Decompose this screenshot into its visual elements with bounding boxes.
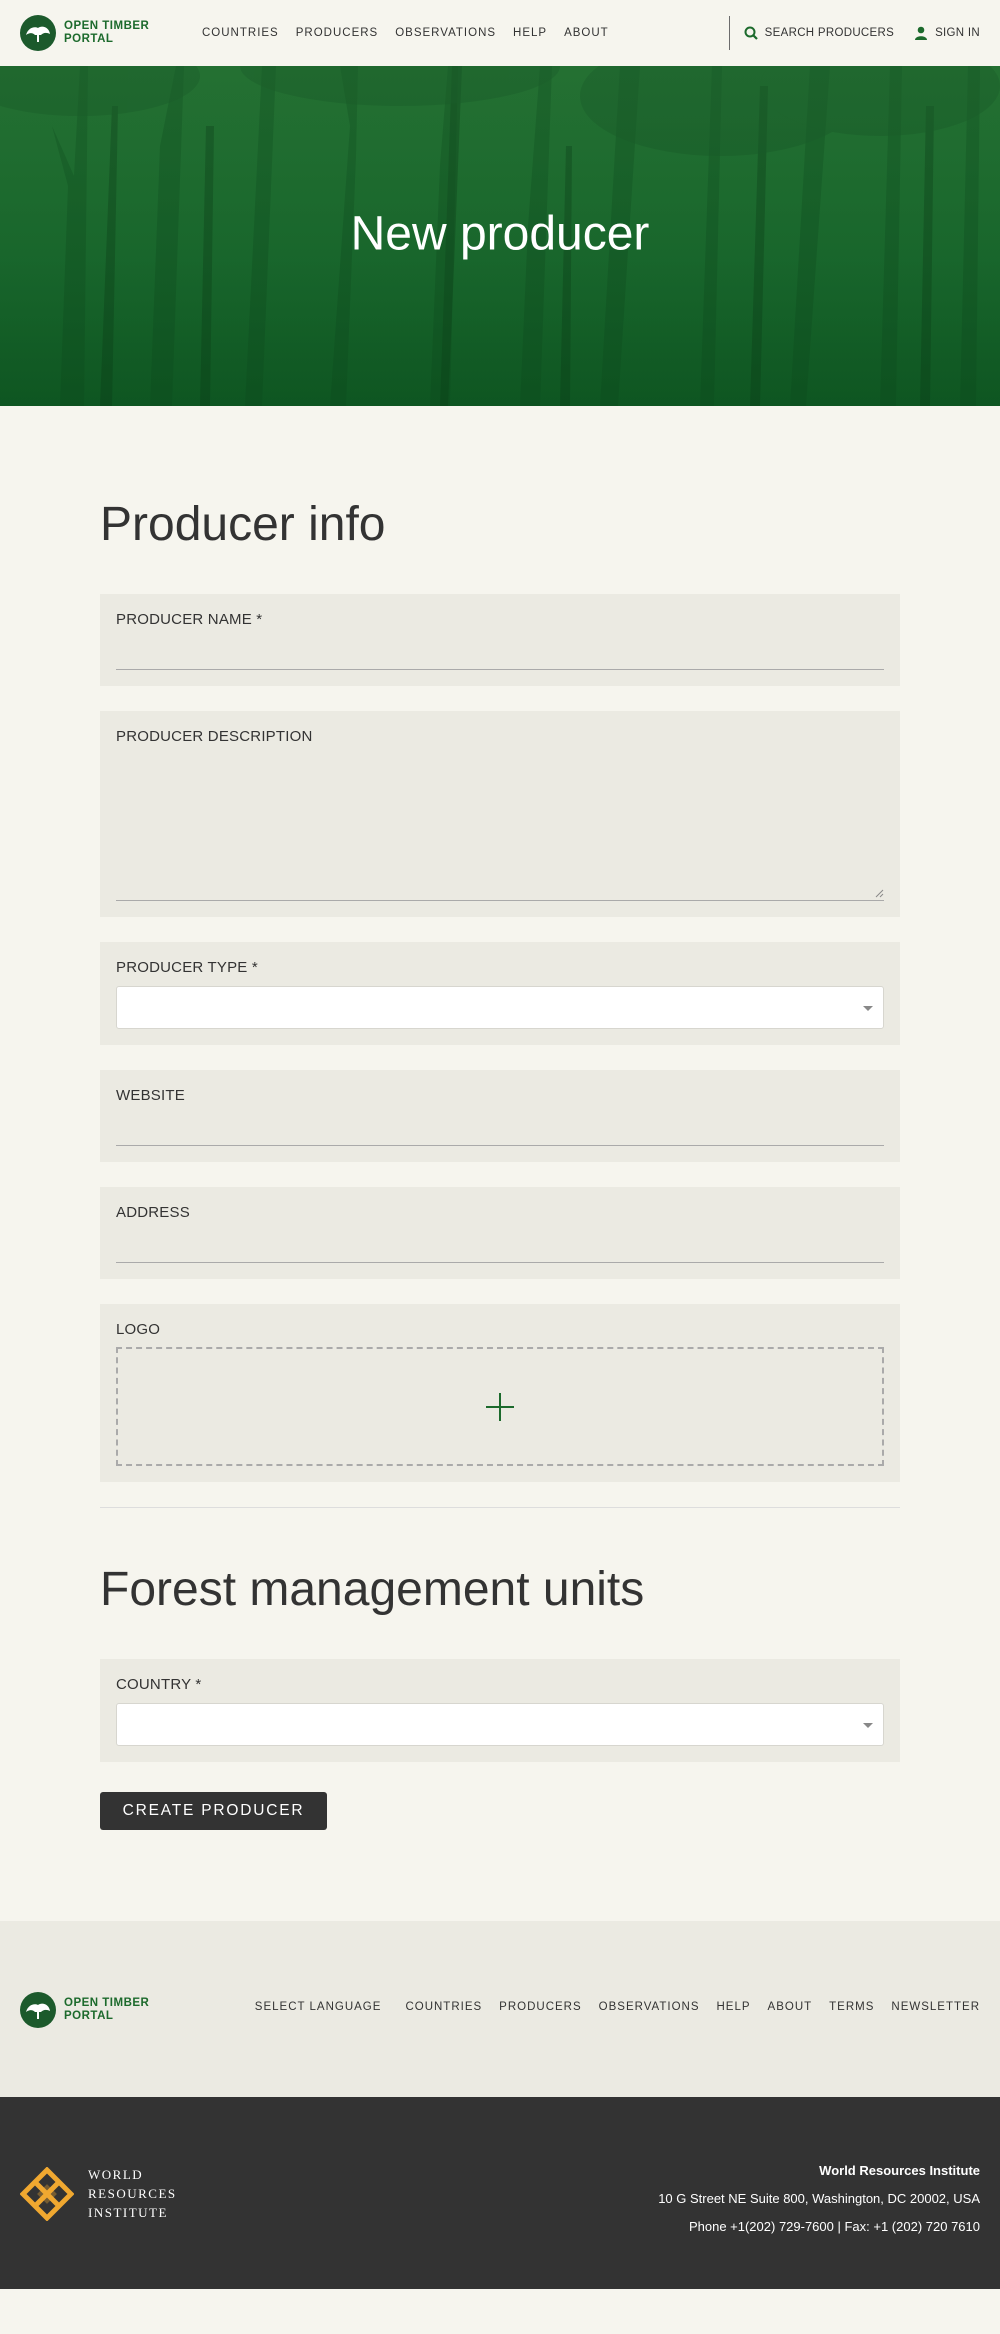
hero-banner: New producer	[0, 66, 1000, 406]
producer-name-input[interactable]	[116, 638, 884, 670]
country-field: COUNTRY *	[100, 1659, 900, 1762]
footer-nav-countries[interactable]: COUNTRIES	[405, 2001, 482, 2013]
wri-text: WORLD RESOURCES INSTITUTE	[88, 2167, 177, 2220]
search-label: SEARCH PRODUCERS	[764, 27, 895, 39]
footer-nav: SELECT LANGUAGE COUNTRIES PRODUCERS OBSE…	[255, 2001, 980, 2013]
footer-logo-text: OPEN TIMBER PORTAL	[64, 1997, 150, 2022]
producer-name-field: PRODUCER NAME *	[100, 594, 900, 686]
country-select[interactable]	[116, 1703, 884, 1746]
logo-field: LOGO	[100, 1304, 900, 1482]
address-input[interactable]	[116, 1231, 884, 1263]
website-field: WEBSITE	[100, 1070, 900, 1162]
main-nav: COUNTRIES PRODUCERS OBSERVATIONS HELP AB…	[202, 27, 609, 39]
select-language-link[interactable]: SELECT LANGUAGE	[255, 2001, 382, 2013]
producer-name-label: PRODUCER NAME *	[116, 611, 263, 628]
nav-help[interactable]: HELP	[513, 27, 547, 39]
footer-nav-help[interactable]: HELP	[716, 2001, 750, 2013]
footer-partner: WORLD RESOURCES INSTITUTE World Resource…	[0, 2097, 1000, 2289]
section-title-fmu: Forest management units	[100, 1563, 645, 1616]
footer-contact: World Resources Institute 10 G Street NE…	[658, 2157, 980, 2241]
footer-nav-producers[interactable]: PRODUCERS	[499, 2001, 581, 2013]
producer-form: Producer info PRODUCER NAME * PRODUCER D…	[100, 406, 900, 1830]
nav-countries[interactable]: COUNTRIES	[202, 27, 279, 39]
site-header: OPEN TIMBER PORTAL COUNTRIES PRODUCERS O…	[0, 0, 1000, 66]
site-logo[interactable]: OPEN TIMBER PORTAL	[20, 15, 182, 51]
wri-knot-icon	[20, 2166, 74, 2221]
org-name: World Resources Institute	[819, 2163, 980, 2178]
user-icon	[915, 26, 928, 40]
footer-nav-observations[interactable]: OBSERVATIONS	[599, 2001, 700, 2013]
logo-text: OPEN TIMBER PORTAL	[64, 20, 150, 45]
page-title: New producer	[350, 207, 650, 261]
resize-handle-icon[interactable]	[875, 889, 884, 898]
producer-description-label: PRODUCER DESCRIPTION	[116, 728, 313, 745]
org-phone: Phone +1(202) 729-7600 | Fax: +1 (202) 7…	[688, 2219, 980, 2234]
logo-dropzone[interactable]	[116, 1347, 884, 1466]
producer-type-label: PRODUCER TYPE *	[116, 959, 258, 976]
website-input[interactable]	[116, 1114, 884, 1146]
address-field: ADDRESS	[100, 1187, 900, 1279]
section-divider	[100, 1507, 900, 1508]
producer-description-textarea[interactable]	[116, 755, 884, 901]
sign-in-button[interactable]: SIGN IN	[914, 26, 980, 40]
header-actions: SEARCH PRODUCERS SIGN IN	[728, 16, 980, 50]
nav-observations[interactable]: OBSERVATIONS	[395, 27, 496, 39]
producer-type-field: PRODUCER TYPE *	[100, 942, 900, 1045]
footer-nav-newsletter[interactable]: NEWSLETTER	[891, 2001, 980, 2013]
nav-about[interactable]: ABOUT	[564, 27, 609, 39]
tree-logo-icon	[20, 1992, 56, 2028]
chevron-down-icon	[863, 1723, 873, 1728]
tree-logo-icon	[20, 15, 56, 51]
nav-producers[interactable]: PRODUCERS	[296, 27, 378, 39]
plus-icon	[486, 1392, 514, 1421]
logo-label: LOGO	[116, 1321, 161, 1338]
footer-nav-about[interactable]: ABOUT	[768, 2001, 813, 2013]
org-address: 10 G Street NE Suite 800, Washington, DC…	[658, 2191, 980, 2206]
chevron-down-icon	[863, 1006, 873, 1011]
search-producers-button[interactable]: SEARCH PRODUCERS	[744, 26, 894, 40]
search-icon	[744, 26, 758, 40]
footer-nav-terms[interactable]: TERMS	[829, 2001, 874, 2013]
producer-description-field: PRODUCER DESCRIPTION	[100, 711, 900, 917]
footer-nav-area: OPEN TIMBER PORTAL SELECT LANGUAGE COUNT…	[0, 1921, 1000, 2097]
producer-type-select[interactable]	[116, 986, 884, 1029]
website-label: WEBSITE	[116, 1087, 185, 1104]
create-producer-button[interactable]: CREATE PRODUCER	[100, 1792, 327, 1830]
sign-in-label: SIGN IN	[935, 27, 980, 39]
address-label: ADDRESS	[116, 1204, 190, 1221]
footer-logo[interactable]: OPEN TIMBER PORTAL	[20, 1992, 182, 2028]
section-title-producer-info: Producer info	[100, 498, 386, 551]
wri-logo[interactable]: WORLD RESOURCES INSTITUTE	[20, 2165, 177, 2222]
country-label: COUNTRY *	[116, 1676, 202, 1693]
